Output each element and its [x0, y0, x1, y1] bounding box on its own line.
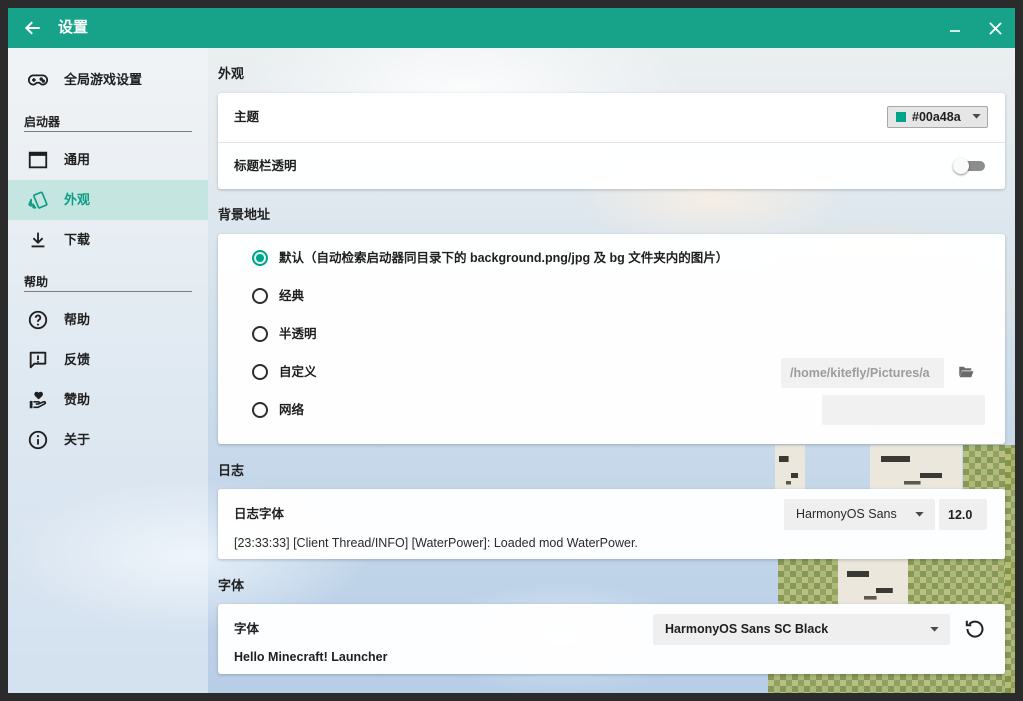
font-label: 字体 [234, 622, 260, 636]
sidebar-item-about[interactable]: 关于 [8, 420, 208, 460]
sidebar-item-label: 全局游戏设置 [64, 72, 143, 87]
toggle-knob [953, 158, 969, 174]
sidebar-section-divider [24, 291, 192, 292]
background-option-translucent[interactable]: 半透明 [218, 315, 758, 353]
window-title: 设置 [58, 19, 89, 36]
theme-label: 主题 [234, 110, 260, 124]
sidebar-section-help: 帮助 [24, 275, 49, 289]
help-circle-icon [27, 309, 49, 331]
leaf-block [768, 674, 1015, 693]
radio-button[interactable] [252, 364, 268, 380]
sidebar-item-label: 关于 [64, 432, 91, 447]
divider [218, 142, 1005, 143]
radio-button[interactable] [252, 402, 268, 418]
sidebar-item-label: 下载 [64, 232, 91, 247]
chevron-down-icon [930, 627, 939, 632]
arrow-left-icon [24, 21, 40, 35]
window-icon [27, 149, 49, 171]
radio-button[interactable] [252, 288, 268, 304]
chevron-down-icon [972, 114, 981, 119]
title-bar: 设置 [8, 8, 1015, 48]
birch-trunk [838, 559, 908, 604]
sidebar-item-appearance[interactable]: 外观 [8, 180, 208, 220]
birch-trunk [870, 445, 962, 489]
network-background-url-input[interactable] [822, 395, 985, 425]
font-preview-text: Hello Minecraft! Launcher [234, 650, 388, 664]
section-heading-background: 背景地址 [218, 207, 271, 222]
log-font-select-value: HarmonyOS Sans [796, 507, 897, 521]
section-heading-font: 字体 [218, 578, 245, 593]
info-icon [27, 429, 49, 451]
leaf-block [908, 559, 1015, 604]
sidebar: 全局游戏设置 启动器 通用 外观 下载 帮助 帮助 反馈 赞助 关于 [8, 48, 208, 693]
birch-trunk [775, 445, 805, 489]
close-icon [988, 21, 1002, 35]
section-heading-log: 日志 [218, 463, 245, 478]
sidebar-item-label: 帮助 [64, 312, 91, 327]
minimize-button[interactable] [935, 8, 975, 48]
font-select-value: HarmonyOS Sans SC Black [665, 622, 829, 636]
radio-button[interactable] [252, 326, 268, 342]
restore-icon [965, 620, 984, 638]
close-button[interactable] [975, 8, 1015, 48]
section-heading-appearance: 外观 [218, 66, 245, 81]
font-reset-button[interactable] [963, 617, 987, 641]
radio-label: 网络 [279, 403, 305, 417]
gamepad-icon [27, 69, 49, 91]
font-card: 字体 HarmonyOS Sans SC Black Hello Minecra… [218, 604, 1005, 674]
radio-label: 半透明 [279, 327, 317, 341]
log-card: 日志字体 HarmonyOS Sans [23:33:33] [Client T… [218, 489, 1005, 559]
custom-background-path-input[interactable] [781, 358, 944, 388]
radio-label: 默认（自动检索启动器同目录下的 background.png/jpg 及 bg … [279, 251, 729, 265]
log-font-select[interactable]: HarmonyOS Sans [784, 499, 935, 530]
leaf-block [1005, 448, 1015, 693]
feedback-icon [27, 349, 49, 371]
sidebar-item-download[interactable]: 下载 [8, 220, 208, 260]
leaf-block [778, 559, 838, 604]
sidebar-item-general[interactable]: 通用 [8, 140, 208, 180]
log-font-label: 日志字体 [234, 507, 285, 521]
style-icon [27, 189, 49, 211]
chevron-down-icon [915, 512, 924, 517]
settings-window: 设置 全局游戏设置 启动器 通用 外观 下载 帮助 帮助 反馈 赞助 关于 外观… [8, 8, 1015, 693]
theme-color-picker[interactable]: #00a48a [887, 106, 988, 128]
radio-label: 经典 [279, 289, 305, 303]
background-option-network[interactable]: 网络 [218, 391, 758, 429]
theme-color-swatch [896, 112, 906, 122]
background-card: 默认（自动检索启动器同目录下的 background.png/jpg 及 bg … [218, 234, 1005, 444]
transparent-titlebar-label: 标题栏透明 [234, 159, 297, 173]
download-icon [27, 229, 49, 251]
background-option-custom[interactable]: 自定义 [218, 353, 758, 391]
appearance-card: 主题 #00a48a 标题栏透明 [218, 93, 1005, 189]
font-select[interactable]: HarmonyOS Sans SC Black [653, 614, 950, 645]
sidebar-section-divider [24, 131, 192, 132]
sidebar-item-global-game-settings[interactable]: 全局游戏设置 [8, 60, 208, 100]
background-option-classic[interactable]: 经典 [218, 277, 758, 315]
sidebar-item-label: 外观 [64, 192, 91, 207]
theme-color-value: #00a48a [912, 110, 961, 124]
log-font-size-input[interactable] [939, 499, 987, 530]
back-button[interactable] [13, 8, 53, 48]
minimize-icon [950, 30, 960, 32]
radio-label: 自定义 [279, 365, 317, 379]
hand-heart-icon [27, 389, 49, 411]
radio-button[interactable] [252, 250, 268, 266]
sidebar-item-help[interactable]: 帮助 [8, 300, 208, 340]
browse-folder-button[interactable] [957, 363, 975, 381]
sidebar-section-launcher: 启动器 [24, 115, 61, 129]
transparent-titlebar-toggle[interactable] [951, 156, 987, 176]
sidebar-item-label: 赞助 [64, 392, 91, 407]
log-preview-text: [23:33:33] [Client Thread/INFO] [WaterPo… [234, 536, 638, 550]
sidebar-item-label: 通用 [64, 152, 91, 167]
folder-open-icon [959, 366, 974, 378]
sidebar-item-feedback[interactable]: 反馈 [8, 340, 208, 380]
sidebar-item-label: 反馈 [64, 352, 91, 367]
background-option-default[interactable]: 默认（自动检索启动器同目录下的 background.png/jpg 及 bg … [218, 239, 758, 277]
sidebar-item-sponsor[interactable]: 赞助 [8, 380, 208, 420]
